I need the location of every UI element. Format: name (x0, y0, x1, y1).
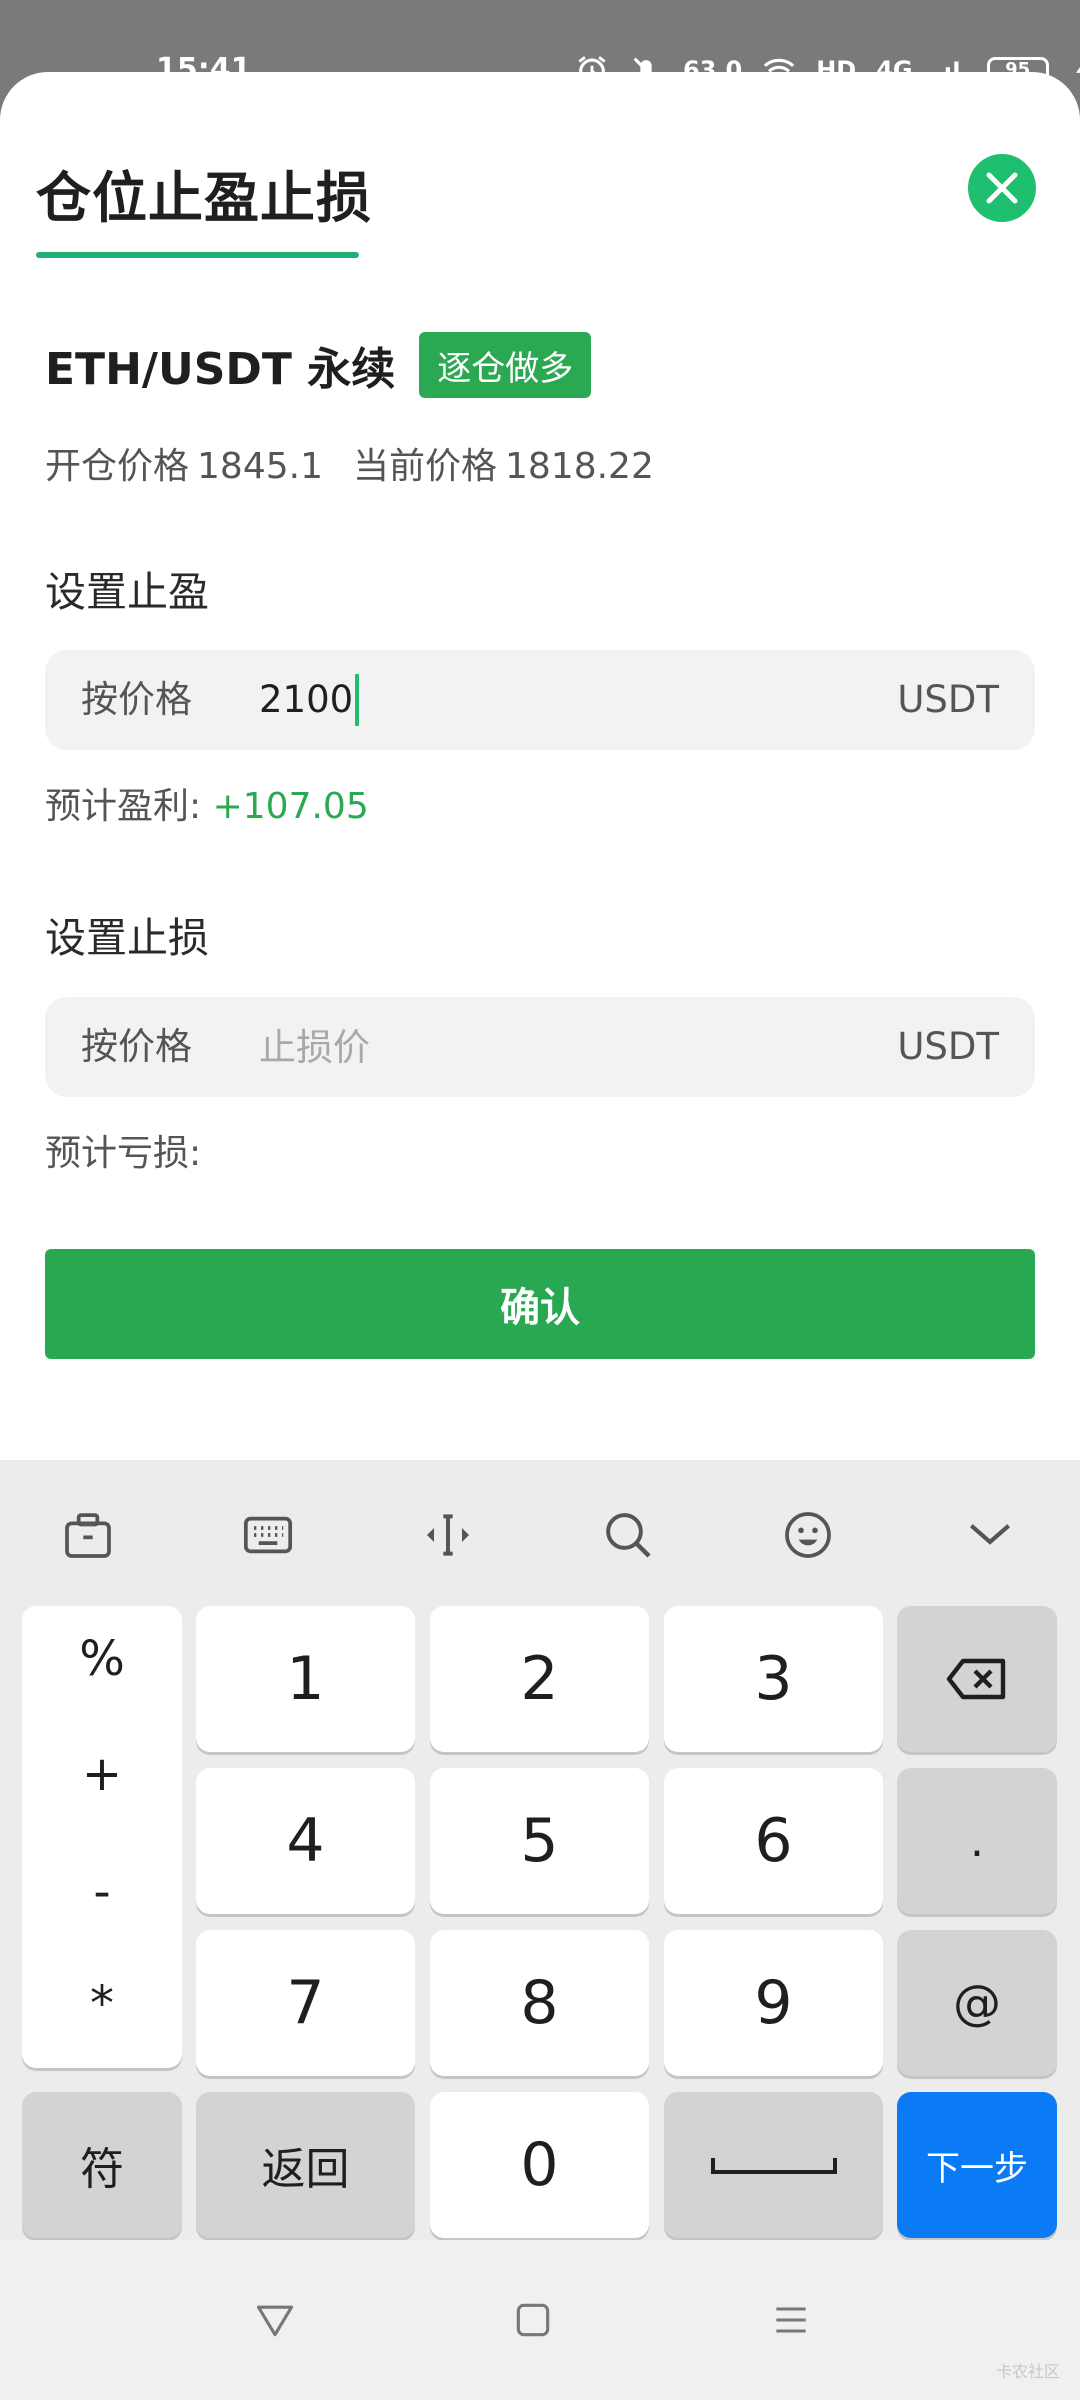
take-profit-mode-label: 按价格 (81, 678, 192, 721)
close-icon (986, 172, 1018, 204)
cursor-move-icon (427, 1514, 469, 1556)
key-9[interactable]: 9 (664, 1930, 883, 2076)
price-info: 开仓价格 1845.1 当前价格 1818.22 (45, 437, 662, 497)
take-profit-value: 2100 (259, 678, 354, 721)
text-caret (355, 674, 360, 726)
back-triangle-icon (256, 2305, 294, 2337)
system-nav-bar: 卡农社区 (0, 2240, 1080, 2400)
take-profit-input[interactable]: 2100 (259, 650, 360, 750)
keyboard-search-button[interactable] (593, 1500, 663, 1570)
sheet-title: 仓位止盈止损 (36, 166, 373, 230)
stop-loss-unit: USDT (897, 1025, 999, 1068)
pair-name: ETH/USDT 永续 (45, 344, 396, 395)
backspace-key[interactable] (897, 1606, 1057, 1752)
space-key[interactable] (664, 2092, 883, 2238)
take-profit-unit: USDT (897, 678, 999, 721)
symbol-column: % + - * (22, 1606, 182, 2068)
charging-icon (1075, 66, 1080, 73)
open-price-value: 1845.1 (197, 446, 323, 487)
estimated-profit: 预计盈利: +107.05 (45, 777, 369, 837)
search-icon (606, 1513, 651, 1558)
estimated-loss: 预计亏损: (45, 1124, 201, 1184)
key-6[interactable]: 6 (664, 1768, 883, 1914)
current-price-label: 当前价格 (352, 446, 497, 487)
space-icon (710, 2158, 837, 2174)
estimated-profit-value: +107.05 (212, 786, 369, 827)
nav-home-button[interactable] (498, 2285, 568, 2355)
plus-key[interactable]: + (22, 1746, 182, 1802)
title-underline (36, 252, 359, 258)
stop-loss-mode-label: 按价格 (81, 1025, 192, 1068)
key-8[interactable]: 8 (430, 1930, 649, 2076)
nav-menu-button[interactable] (756, 2285, 826, 2355)
keyboard-switch-button[interactable] (233, 1500, 303, 1570)
numeric-keyboard: % + - * 1 2 3 4 5 6 . 7 8 9 @ 符 返回 0 下一步 (0, 1460, 1080, 2240)
take-profit-label: 设置止盈 (45, 568, 209, 616)
key-2[interactable]: 2 (430, 1606, 649, 1752)
nav-back-button[interactable] (240, 2285, 310, 2355)
pair-row: ETH/USDT 永续 逐仓做多 (45, 332, 592, 398)
collapse-icon (969, 1524, 1011, 1545)
key-5[interactable]: 5 (430, 1768, 649, 1914)
at-key[interactable]: @ (897, 1930, 1057, 2076)
clipboard-button[interactable] (53, 1500, 123, 1570)
watermark: 卡农社区 (995, 2362, 1060, 2381)
percent-key[interactable]: % (22, 1631, 182, 1687)
key-0[interactable]: 0 (430, 2092, 649, 2238)
collapse-keyboard-button[interactable] (955, 1500, 1025, 1570)
keyboard-toolbar (0, 1460, 1080, 1600)
status-bar: 15:41 63.0 HD 4G 95 (0, 0, 1080, 87)
menu-lines-icon (776, 2307, 806, 2333)
emoji-button[interactable] (773, 1500, 843, 1570)
minus-key[interactable]: - (22, 1864, 182, 1920)
key-3[interactable]: 3 (664, 1606, 883, 1752)
home-square-icon (516, 2303, 550, 2337)
key-1[interactable]: 1 (196, 1606, 415, 1752)
tp-sl-sheet: 仓位止盈止损 ETH/USDT 永续 逐仓做多 开仓价格 1845.1 当前价格 18… (0, 72, 1080, 1460)
close-button[interactable] (968, 154, 1036, 222)
estimated-loss-label: 预计亏损: (45, 1133, 202, 1174)
key-7[interactable]: 7 (196, 1930, 415, 2076)
key-4[interactable]: 4 (196, 1768, 415, 1914)
cursor-move-button[interactable] (413, 1500, 483, 1570)
next-key[interactable]: 下一步 (897, 2092, 1057, 2238)
emoji-icon (785, 1512, 831, 1558)
stop-loss-input[interactable] (259, 1025, 859, 1069)
current-price-value: 1818.22 (505, 446, 654, 487)
symbol-switch-key[interactable]: 符 (22, 2092, 182, 2238)
backspace-icon (946, 1658, 1006, 1700)
stop-loss-label: 设置止损 (45, 914, 209, 962)
stop-loss-field[interactable]: 按价格 USDT (45, 997, 1035, 1097)
take-profit-field[interactable]: 按价格 2100 USDT (45, 650, 1035, 750)
back-key[interactable]: 返回 (196, 2092, 415, 2238)
dot-key[interactable]: . (897, 1768, 1057, 1914)
keyboard-icon (243, 1516, 293, 1554)
stop-loss-input-wrap (259, 997, 859, 1097)
estimated-profit-label: 预计盈利: (45, 786, 202, 827)
confirm-button[interactable]: 确认 (45, 1249, 1035, 1359)
margin-mode-badge: 逐仓做多 (419, 332, 592, 398)
asterisk-key[interactable]: * (22, 1976, 182, 2032)
open-price-label: 开仓价格 (45, 446, 190, 487)
clipboard-icon (65, 1513, 111, 1558)
